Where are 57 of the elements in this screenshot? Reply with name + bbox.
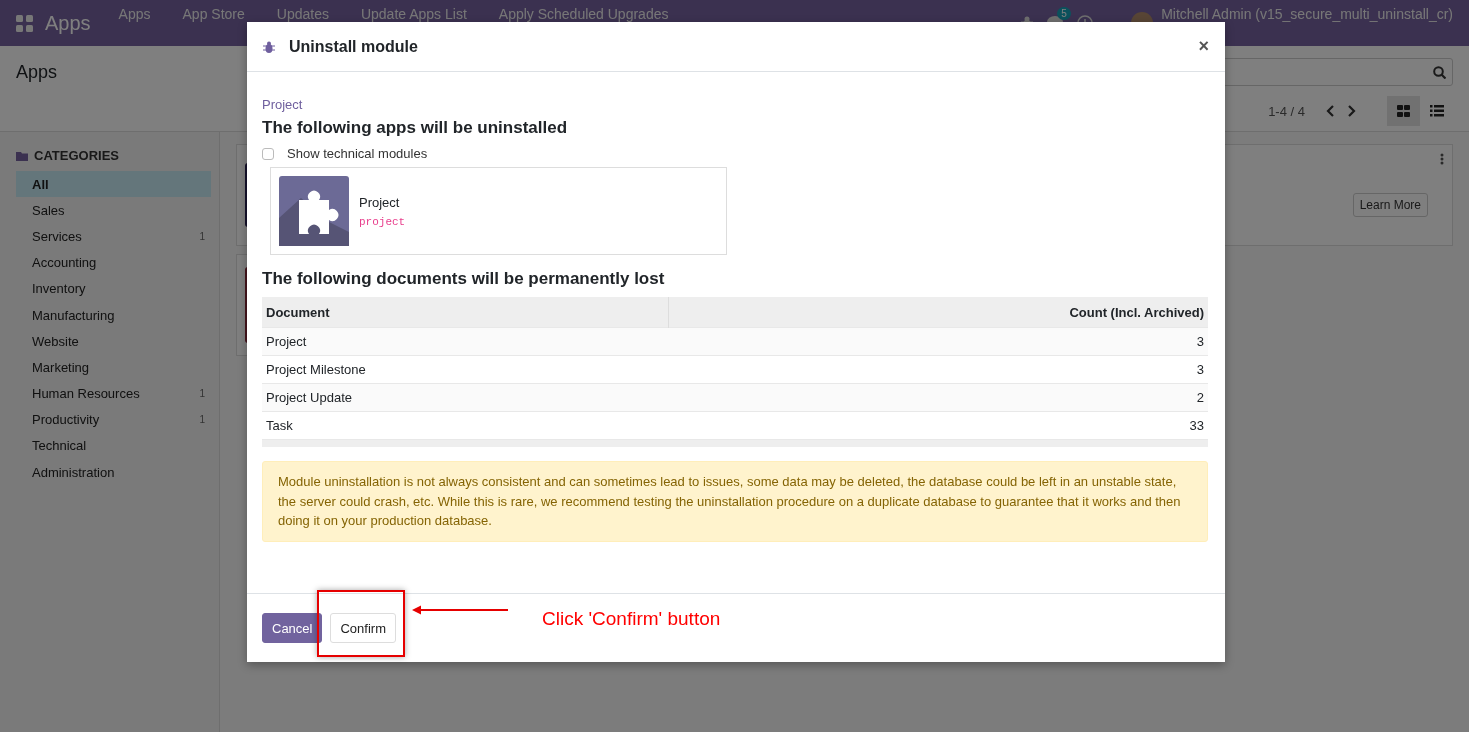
table-cell: 2 [668, 383, 1208, 412]
category-item[interactable]: Technical [16, 432, 211, 460]
section-heading: The following documents will be permanently lost [262, 269, 666, 289]
table-cell: 3 [668, 327, 1208, 356]
confirm-button[interactable]: Confirm [330, 613, 396, 643]
category-count: 1 [199, 388, 205, 400]
dialog-title: Uninstall module [289, 37, 419, 56]
module-name: Project [359, 194, 401, 210]
menu-item[interactable]: Updates [276, 7, 329, 21]
annotation-text: Click 'Confirm' button [542, 608, 721, 630]
category-item[interactable]: Website [16, 328, 211, 355]
category-item[interactable]: Human Resources 1 [16, 380, 211, 407]
category-item[interactable]: Productivity 1 [16, 406, 211, 433]
category-item[interactable]: Manufacturing [16, 301, 211, 329]
table-cell: Project Update [262, 383, 669, 412]
breadcrumb[interactable]: Apps [16, 61, 58, 83]
category-item[interactable]: Accounting [16, 249, 211, 276]
table-cell: Project [262, 327, 669, 356]
category-item[interactable]: Services 1 [16, 223, 211, 250]
message-count-badge: 5 [1057, 7, 1071, 20]
list-icon [1429, 105, 1444, 117]
menu-item[interactable]: Apply Scheduled Upgrades [498, 7, 669, 21]
folder-icon [16, 150, 28, 161]
module-label: Project [262, 97, 303, 112]
category-count: 1 [199, 230, 205, 242]
warning-message: Module uninstallation is not always consistent and can sometimes lead to issues, some data may be deleted, the database could be left in an unstable state, the server could crash, etc. While this is rare, we recommend testing the uninstallation procedure on a duplicate database to guarantee that it works and then doing it on your production database. [262, 461, 1208, 542]
category-item[interactable]: Administration [16, 459, 211, 486]
menu-item[interactable]: Update Apps List [360, 7, 467, 21]
column-header: Document [262, 297, 669, 328]
section-heading: The following apps will be uninstalled [262, 118, 569, 138]
grid-icon [1397, 105, 1410, 117]
menu-item[interactable]: Apps [118, 7, 151, 21]
cancel-button[interactable]: Cancel [262, 613, 323, 643]
column-header: Count (Incl. Archived) [668, 297, 1208, 328]
next-icon[interactable] [1347, 104, 1357, 118]
pager-value: 1-4 / 4 [1268, 103, 1305, 119]
user-name[interactable]: Mitchell Admin (v15_secure_multi_uninstall_cr) [1161, 7, 1453, 21]
learn-more-button[interactable]: Learn More [1352, 193, 1428, 217]
dots-menu-icon[interactable] [1440, 153, 1444, 165]
puzzle-icon [279, 176, 349, 246]
module-technical-name: project [359, 215, 406, 228]
kanban-view-button[interactable] [1387, 96, 1420, 126]
app-brand: Apps [45, 11, 91, 35]
menu-item[interactable]: App Store [182, 7, 245, 21]
category-item[interactable]: All [16, 171, 211, 198]
previous-icon[interactable] [1325, 104, 1335, 118]
category-item[interactable]: Inventory [16, 275, 211, 302]
category-item[interactable]: Marketing [16, 354, 211, 381]
category-item[interactable]: Sales [16, 197, 211, 224]
bug-icon [263, 40, 275, 53]
checkbox-label[interactable]: Show technical modules [287, 146, 428, 161]
checkbox[interactable] [262, 147, 274, 160]
category-count: 1 [199, 414, 205, 426]
close-button[interactable]: × [1198, 36, 1209, 57]
categories-heading: CATEGORIES [34, 148, 119, 163]
search-icon[interactable] [1433, 65, 1446, 79]
home-menu-icon[interactable] [16, 14, 33, 32]
